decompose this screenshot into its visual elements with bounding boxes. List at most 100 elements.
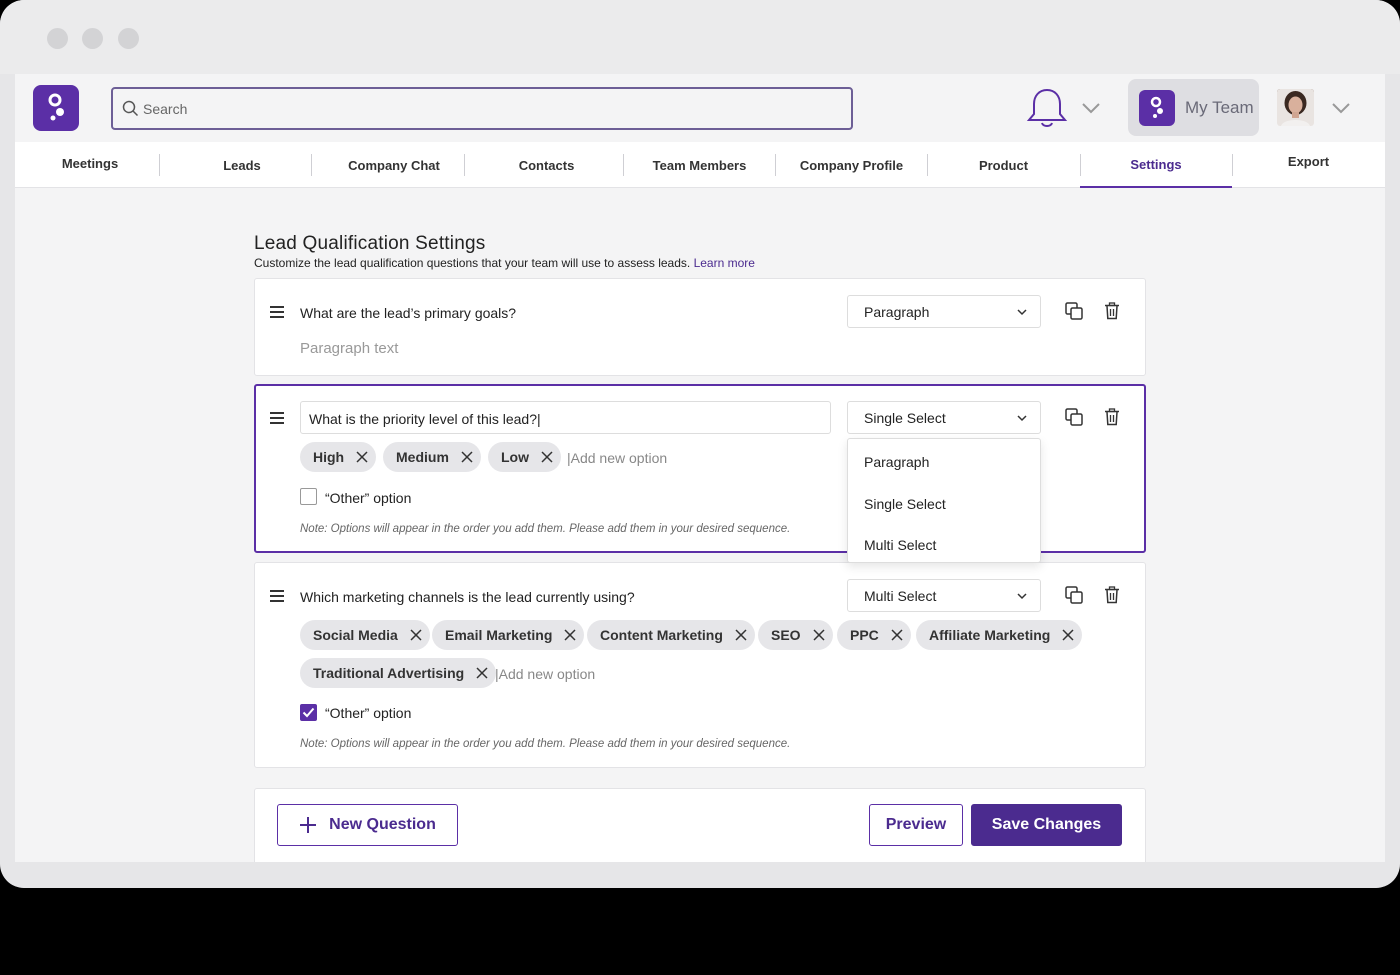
tab-company-chat[interactable]: Company Chat [317, 142, 471, 188]
chevron-down-icon [1017, 415, 1027, 422]
option-label: PPC [850, 627, 879, 643]
other-option-label: “Other” option [325, 705, 412, 721]
option-chip: Content Marketing [587, 620, 755, 650]
question-card-3: Which marketing channels is the lead cur… [254, 562, 1146, 768]
remove-option-icon[interactable] [735, 629, 747, 641]
other-option-label: “Other” option [325, 490, 412, 506]
question-type-select[interactable]: Paragraph [847, 295, 1041, 328]
copy-icon [1065, 408, 1083, 426]
question-type-select[interactable]: Multi Select [847, 579, 1041, 612]
save-changes-button[interactable]: Save Changes [971, 804, 1122, 846]
tab-meetings[interactable]: Meetings [15, 140, 165, 186]
option-chip: Email Marketing [432, 620, 585, 650]
remove-option-icon[interactable] [891, 629, 903, 641]
nav-divider [464, 154, 465, 176]
delete-question-button[interactable] [1101, 584, 1123, 606]
copy-icon [1065, 586, 1083, 604]
tab-leads[interactable]: Leads [165, 142, 319, 188]
question-text[interactable]: Which marketing channels is the lead cur… [300, 589, 635, 605]
maximize-window-button[interactable] [118, 28, 139, 49]
option-label: Email Marketing [445, 627, 553, 643]
preview-button[interactable]: Preview [869, 804, 963, 846]
checkmark-icon [302, 707, 315, 718]
remove-option-icon[interactable] [541, 451, 553, 463]
dropdown-option-multi-select[interactable]: Multi Select [864, 537, 936, 553]
option-label: Affiliate Marketing [929, 627, 1051, 643]
drag-handle-icon[interactable] [270, 412, 284, 424]
question-text-input[interactable]: What is the priority level of this lead?… [300, 401, 831, 434]
tab-company-profile[interactable]: Company Profile [775, 142, 928, 188]
avatar[interactable] [1277, 89, 1314, 126]
dropdown-option-single-select[interactable]: Single Select [864, 496, 946, 512]
add-option-input[interactable]: |Add new option [567, 450, 667, 466]
save-changes-label: Save Changes [991, 816, 1102, 833]
top-header: My Team [15, 74, 1385, 142]
tab-product[interactable]: Product [927, 142, 1080, 188]
notifications-chevron-down-icon[interactable] [1081, 101, 1101, 115]
option-chip: High [300, 442, 377, 472]
option-label: Traditional Advertising [313, 665, 465, 681]
trash-icon [1105, 408, 1119, 426]
app-content: My Team Meetings Leads Company Chat [15, 74, 1385, 862]
trash-icon [1105, 586, 1119, 604]
new-question-button[interactable]: New Question [277, 804, 458, 846]
remove-option-icon[interactable] [1062, 629, 1074, 641]
search-bar[interactable] [111, 87, 853, 130]
remove-option-icon[interactable] [461, 451, 473, 463]
search-input[interactable] [143, 89, 843, 128]
app-logo[interactable] [33, 85, 79, 131]
minimize-window-button[interactable] [82, 28, 103, 49]
page-subtitle: Customize the lead qualification questio… [254, 256, 755, 270]
paragraph-placeholder: Paragraph text [300, 340, 399, 357]
duplicate-question-button[interactable] [1063, 406, 1085, 428]
tab-settings[interactable]: Settings [1080, 142, 1232, 188]
remove-option-icon[interactable] [564, 629, 576, 641]
question-type-select[interactable]: Single Select [847, 401, 1041, 434]
question-type-value: Paragraph [864, 304, 930, 320]
team-logo-icon [1139, 90, 1175, 126]
drag-handle-icon[interactable] [270, 590, 284, 602]
close-window-button[interactable] [47, 28, 68, 49]
option-label: Low [501, 449, 529, 465]
my-team-label: My Team [1185, 98, 1254, 117]
tab-export[interactable]: Export [1232, 138, 1385, 184]
other-option-checkbox[interactable] [300, 488, 317, 505]
my-team-switcher[interactable]: My Team [1128, 79, 1259, 136]
option-label: Content Marketing [600, 627, 723, 643]
remove-option-icon[interactable] [410, 629, 422, 641]
drag-handle-icon[interactable] [270, 306, 284, 318]
learn-more-link[interactable]: Learn more [694, 256, 755, 270]
tab-team-members[interactable]: Team Members [623, 142, 776, 188]
other-option-checkbox[interactable] [300, 704, 317, 721]
remove-option-icon[interactable] [476, 667, 488, 679]
duplicate-question-button[interactable] [1063, 300, 1085, 322]
tab-contacts[interactable]: Contacts [470, 142, 623, 188]
duplicate-question-button[interactable] [1063, 584, 1085, 606]
option-chip: Affiliate Marketing [916, 620, 1083, 650]
dropdown-option-paragraph[interactable]: Paragraph [864, 454, 929, 470]
delete-question-button[interactable] [1101, 300, 1123, 322]
remove-option-icon[interactable] [813, 629, 825, 641]
question-type-value: Single Select [864, 410, 946, 426]
remove-option-icon[interactable] [356, 451, 368, 463]
question-text[interactable]: What are the lead’s primary goals? [300, 305, 516, 321]
question-type-dropdown: Paragraph Single Select Multi Select [847, 438, 1041, 563]
profile-chevron-down-icon[interactable] [1331, 101, 1351, 115]
plus-icon [300, 817, 317, 833]
bell-icon[interactable] [1025, 86, 1069, 130]
trash-icon [1105, 302, 1119, 320]
new-question-label: New Question [329, 816, 436, 833]
option-label: High [313, 449, 345, 465]
option-chip: Traditional Advertising [300, 658, 497, 688]
option-chip: Medium [383, 442, 481, 472]
delete-question-button[interactable] [1101, 406, 1123, 428]
nav-divider [311, 154, 312, 176]
question-text: What is the priority level of this lead?… [309, 411, 541, 427]
add-option-input[interactable]: |Add new option [495, 666, 595, 682]
search-icon [122, 100, 139, 117]
app-window: My Team Meetings Leads Company Chat [0, 0, 1400, 888]
options-order-note: Note: Options will appear in the order y… [300, 523, 791, 535]
option-label: SEO [771, 627, 801, 643]
title-bar [0, 0, 1400, 74]
option-label: Social Media [313, 627, 398, 643]
